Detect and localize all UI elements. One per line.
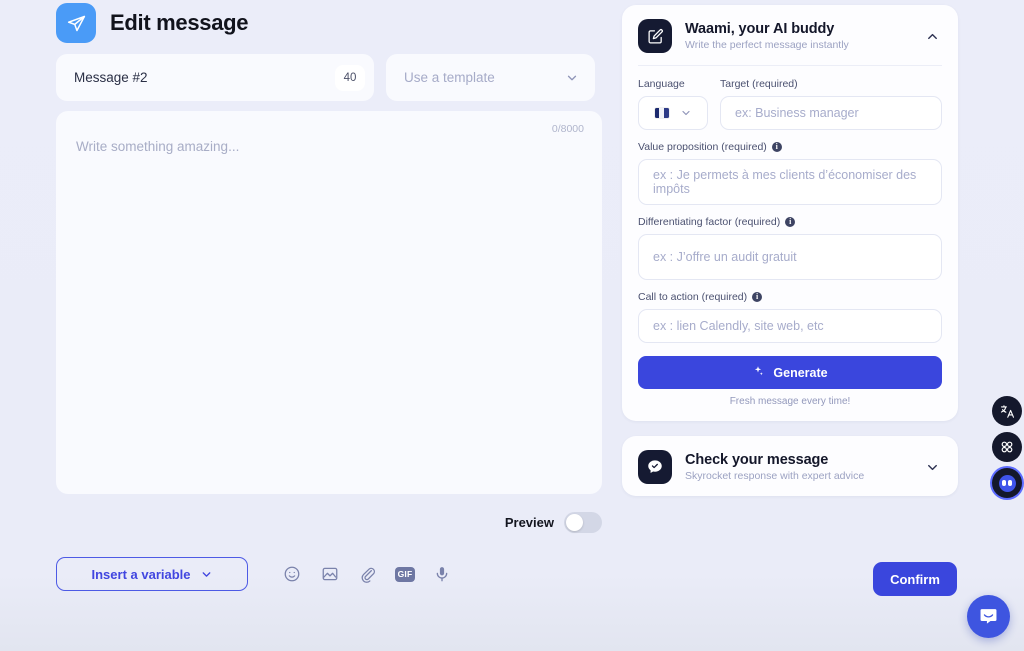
page-title: Edit message bbox=[110, 10, 249, 35]
microphone-icon[interactable] bbox=[431, 563, 453, 585]
name-and-template-row: Message #2 40 Use a template bbox=[56, 54, 602, 101]
translate-icon[interactable] bbox=[992, 396, 1022, 426]
ai-buddy-subtitle: Write the perfect message instantly bbox=[685, 39, 849, 51]
value-proposition-field: Value proposition (required) i ex : Je p… bbox=[638, 141, 942, 205]
image-icon[interactable] bbox=[319, 563, 341, 585]
ai-buddy-header[interactable]: Waami, your AI buddy Write the perfect m… bbox=[622, 5, 958, 65]
language-select[interactable] bbox=[638, 96, 708, 130]
panel-divider bbox=[638, 65, 942, 66]
differentiating-factor-label: Differentiating factor (required) i bbox=[638, 216, 942, 228]
check-message-subtitle: Skyrocket response with expert advice bbox=[685, 470, 865, 482]
gif-icon[interactable]: GIF bbox=[395, 566, 415, 582]
flag-france-icon bbox=[654, 108, 669, 118]
chevron-up-icon[interactable] bbox=[925, 29, 942, 44]
preview-label: Preview bbox=[504, 515, 554, 530]
value-proposition-label-text: Value proposition (required) bbox=[638, 141, 767, 153]
target-input[interactable]: ex: Business manager bbox=[720, 96, 942, 130]
editor-char-counter: 0/8000 bbox=[551, 123, 584, 135]
template-select[interactable]: Use a template bbox=[386, 54, 595, 101]
check-message-titles: Check your message Skyrocket response wi… bbox=[685, 452, 912, 482]
message-name-value: Message #2 bbox=[74, 70, 148, 85]
ai-buddy-title: Waami, your AI buddy bbox=[685, 21, 835, 37]
assistant-column: Waami, your AI buddy Write the perfect m… bbox=[622, 5, 958, 496]
generate-button[interactable]: Generate bbox=[638, 356, 942, 389]
chevron-down-icon bbox=[680, 107, 692, 119]
differentiating-factor-field: Differentiating factor (required) i ex :… bbox=[638, 216, 942, 280]
ninja-mascot-icon[interactable] bbox=[992, 468, 1022, 498]
editor-column: Edit message Message #2 40 Use a templat… bbox=[56, 0, 602, 591]
check-message-title: Check your message bbox=[685, 452, 829, 468]
preview-toggle-row: Preview bbox=[56, 512, 602, 533]
editor-toolbar: Insert a variable GIF bbox=[56, 557, 602, 591]
ai-buddy-card: Waami, your AI buddy Write the perfect m… bbox=[622, 5, 958, 421]
call-to-action-input[interactable]: ex : lien Calendly, site web, etc bbox=[638, 309, 942, 343]
chat-launcher-icon[interactable] bbox=[967, 595, 1010, 638]
chat-check-icon bbox=[638, 450, 672, 484]
template-select-placeholder: Use a template bbox=[404, 70, 495, 85]
preview-toggle-knob bbox=[566, 514, 583, 531]
media-tools: GIF bbox=[281, 563, 453, 585]
message-name-input[interactable]: Message #2 40 bbox=[56, 54, 374, 101]
check-message-header[interactable]: Check your message Skyrocket response wi… bbox=[622, 436, 958, 496]
editor-placeholder: Write something amazing... bbox=[76, 139, 240, 154]
language-label: Language bbox=[638, 78, 685, 90]
chevron-down-icon[interactable] bbox=[925, 460, 942, 475]
message-editor[interactable]: 0/8000 Write something amazing... bbox=[56, 111, 602, 494]
call-to-action-field: Call to action (required) i ex : lien Ca… bbox=[638, 291, 942, 343]
value-proposition-label: Value proposition (required) i bbox=[638, 141, 942, 153]
apps-grid-icon[interactable] bbox=[992, 432, 1022, 462]
call-to-action-label: Call to action (required) i bbox=[638, 291, 942, 303]
ai-buddy-body: Language Target (required) ex: Business … bbox=[622, 65, 958, 421]
emoji-icon[interactable] bbox=[281, 563, 303, 585]
message-char-badge: 40 bbox=[335, 64, 365, 91]
insert-variable-label: Insert a variable bbox=[91, 566, 191, 582]
attachment-icon[interactable] bbox=[357, 563, 379, 585]
call-to-action-label-text: Call to action (required) bbox=[638, 291, 748, 303]
language-field: Language bbox=[638, 78, 708, 130]
sparkle-icon bbox=[752, 365, 764, 380]
ninja-face bbox=[998, 474, 1016, 492]
target-field: Target (required) ex: Business manager bbox=[720, 78, 942, 130]
confirm-button[interactable]: Confirm bbox=[873, 562, 957, 596]
info-icon[interactable]: i bbox=[771, 142, 782, 152]
chevron-down-icon bbox=[200, 568, 213, 581]
pencil-square-icon bbox=[638, 19, 672, 53]
page-header: Edit message bbox=[56, 0, 602, 46]
ai-buddy-titles: Waami, your AI buddy Write the perfect m… bbox=[685, 21, 912, 51]
info-icon[interactable]: i bbox=[752, 292, 763, 302]
info-icon[interactable]: i bbox=[785, 217, 796, 227]
preview-toggle[interactable] bbox=[564, 512, 602, 533]
target-label: Target (required) bbox=[720, 78, 798, 90]
differentiating-factor-label-text: Differentiating factor (required) bbox=[638, 216, 781, 228]
generate-label: Generate bbox=[773, 365, 828, 380]
differentiating-factor-input[interactable]: ex : J’offre un audit gratuit bbox=[638, 234, 942, 280]
paper-plane-icon bbox=[56, 3, 96, 43]
generate-caption: Fresh message every time! bbox=[729, 396, 851, 407]
check-message-card: Check your message Skyrocket response wi… bbox=[622, 436, 958, 496]
value-proposition-input[interactable]: ex : Je permets à mes clients d’économis… bbox=[638, 159, 942, 205]
floating-rail bbox=[992, 396, 1022, 498]
language-target-row: Language Target (required) ex: Business … bbox=[638, 78, 942, 130]
insert-variable-button[interactable]: Insert a variable bbox=[56, 557, 248, 591]
chevron-down-icon bbox=[565, 71, 579, 85]
